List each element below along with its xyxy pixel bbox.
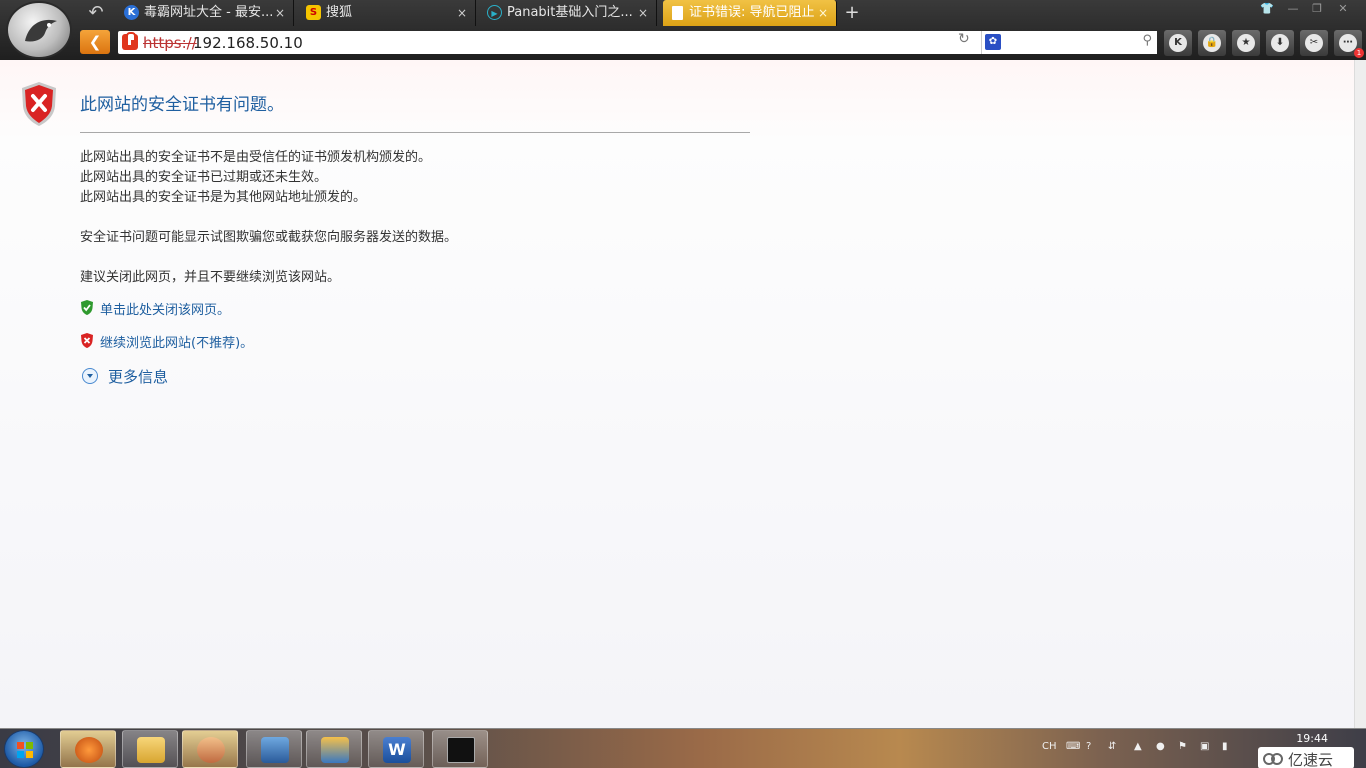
taskbar-network-tool[interactable]: [246, 730, 302, 768]
watermark: 亿速云: [1258, 747, 1354, 768]
duba-icon: K: [124, 5, 139, 20]
taskbar-word[interactable]: W: [368, 730, 424, 768]
paw-icon[interactable]: ✿: [985, 34, 1001, 50]
yisu-logo-icon: [1263, 753, 1283, 765]
windows-logo-icon: [17, 742, 33, 758]
reload-icon[interactable]: ↻: [958, 31, 970, 47]
tab-label: 搜狐: [326, 5, 353, 20]
red-shield-icon: [81, 333, 93, 348]
reason-mismatch: 此网站出具的安全证书是为其他网站地址颁发的。: [80, 190, 367, 205]
folder-icon: [137, 737, 165, 763]
word-icon: W: [383, 737, 411, 763]
users-icon: [197, 737, 225, 763]
reason-expired: 此网站出具的安全证书已过期或还未生效。: [80, 170, 328, 185]
notification-badge: 1: [1354, 48, 1364, 58]
error-shield-icon: [22, 82, 56, 126]
sohu-icon: S: [306, 5, 321, 20]
address-bar[interactable]: https:// 192.168.50.10 ★ ▦ ▾: [118, 31, 1028, 54]
tab-label: 证书错误: 导航已阻止: [689, 5, 815, 20]
continue-link[interactable]: 继续浏览此网站(不推荐)。: [80, 331, 270, 351]
address-row: ❮ https:// 192.168.50.10 ★ ▦ ▾ ↻ ✿ ⚲ K 🔒…: [76, 28, 1366, 58]
help-icon[interactable]: ?: [1086, 741, 1091, 752]
tab-panabit[interactable]: ▶ Panabit基础入门之... ×: [481, 0, 657, 26]
input-method-icon[interactable]: ⇵: [1108, 741, 1116, 752]
qq-icon[interactable]: ●: [1156, 741, 1165, 752]
close-window-icon[interactable]: ✕: [1332, 2, 1354, 18]
cert-error-lock-icon[interactable]: [122, 32, 138, 50]
tab-sohu[interactable]: S 搜狐 ×: [300, 0, 476, 26]
url-host: 192.168.50.10: [193, 34, 303, 52]
tab-duba[interactable]: K 毒霸网址大全 - 最安... ×: [118, 0, 294, 26]
close-page-link[interactable]: 单击此处关闭该网页。: [80, 298, 250, 318]
undo-close-tab-icon[interactable]: ↶: [80, 2, 112, 24]
cert-error-page: 此网站的安全证书有问题。 此网站出具的安全证书不是由受信任的证书颁发机构颁发的。…: [0, 60, 1354, 728]
kingsoft-button[interactable]: K: [1164, 30, 1192, 56]
warning-text: 安全证书问题可能显示试图欺骗您或截获您向服务器发送的数据。: [80, 230, 458, 245]
signal-icon[interactable]: ▮: [1222, 741, 1228, 752]
taskbar-browser[interactable]: [60, 730, 116, 768]
start-button[interactable]: [4, 730, 44, 768]
taskbar-vmware[interactable]: [306, 730, 362, 768]
chevron-down-icon[interactable]: [82, 368, 98, 384]
close-icon[interactable]: ×: [275, 0, 285, 26]
terminal-icon: [447, 737, 475, 763]
tab-label: Panabit基础入门之...: [507, 5, 633, 20]
more-info-label[interactable]: 更多信息: [108, 366, 168, 387]
browser-chrome: ↶ K 毒霸网址大全 - 最安... × S 搜狐 × ▶ Panabit基础入…: [0, 0, 1366, 60]
flag-icon[interactable]: ⚑: [1178, 741, 1187, 752]
language-indicator[interactable]: CH: [1042, 741, 1057, 752]
download-button[interactable]: ⬇: [1266, 30, 1294, 56]
close-icon[interactable]: ×: [638, 0, 648, 26]
back-button[interactable]: ❮: [80, 30, 110, 54]
search-input[interactable]: ✿ ⚲: [981, 31, 1157, 54]
green-shield-icon: [81, 300, 93, 315]
tab-label: 毒霸网址大全 - 最安...: [144, 5, 274, 20]
new-tab-button[interactable]: +: [840, 0, 864, 26]
more-info-toggle[interactable]: 更多信息: [82, 366, 182, 388]
scrollbar[interactable]: [1354, 60, 1366, 728]
page-title: 此网站的安全证书有问题。: [80, 95, 284, 115]
keyboard-icon[interactable]: ⌨: [1066, 741, 1080, 752]
clock-time[interactable]: 19:44: [1296, 732, 1328, 745]
close-link-label[interactable]: 单击此处关闭该网页。: [100, 299, 230, 318]
taskbar-contacts[interactable]: [182, 730, 238, 768]
favorites-button[interactable]: ★: [1232, 30, 1260, 56]
close-icon[interactable]: ×: [457, 0, 467, 26]
minimize-icon[interactable]: —: [1282, 2, 1304, 18]
cheetah-icon: [25, 19, 57, 42]
continue-link-label[interactable]: 继续浏览此网站(不推荐)。: [100, 332, 253, 351]
reason-untrusted: 此网站出具的安全证书不是由受信任的证书颁发机构颁发的。: [80, 150, 432, 165]
close-icon[interactable]: ×: [818, 0, 828, 26]
play-icon: ▶: [487, 5, 502, 20]
tab-cert-error[interactable]: 证书错误: 导航已阻止 ×: [663, 0, 837, 26]
browser-logo-icon[interactable]: [6, 1, 72, 59]
taskbar-cmd[interactable]: [432, 730, 488, 768]
cheetah-browser-icon: [75, 737, 103, 763]
watermark-text: 亿速云: [1288, 751, 1334, 768]
network-icon: [261, 737, 289, 763]
url-scheme: https://: [143, 34, 197, 52]
taskbar: W CH ⌨ ? ⇵ ▲ ● ⚑ ▣ ▮ 19:44 亿速云: [0, 728, 1366, 768]
taskbar-explorer[interactable]: [122, 730, 178, 768]
system-tray: CH ⌨ ? ⇵ ▲ ● ⚑ ▣ ▮ 19:44 亿速云: [1036, 729, 1366, 768]
skin-icon[interactable]: 👕: [1256, 2, 1278, 18]
divider: [80, 132, 750, 133]
lock-button[interactable]: 🔒: [1198, 30, 1226, 56]
restore-icon[interactable]: ❐: [1306, 2, 1328, 18]
screenshot-button[interactable]: ✂: [1300, 30, 1328, 56]
show-hidden-icons-icon[interactable]: ▲: [1134, 741, 1142, 752]
recommendation-text: 建议关闭此网页，并且不要继续浏览该网站。: [80, 270, 341, 285]
vm-icon: [321, 737, 349, 763]
page-icon: [672, 6, 683, 20]
device-icon[interactable]: ▣: [1200, 741, 1209, 752]
search-icon[interactable]: ⚲: [1142, 33, 1152, 48]
